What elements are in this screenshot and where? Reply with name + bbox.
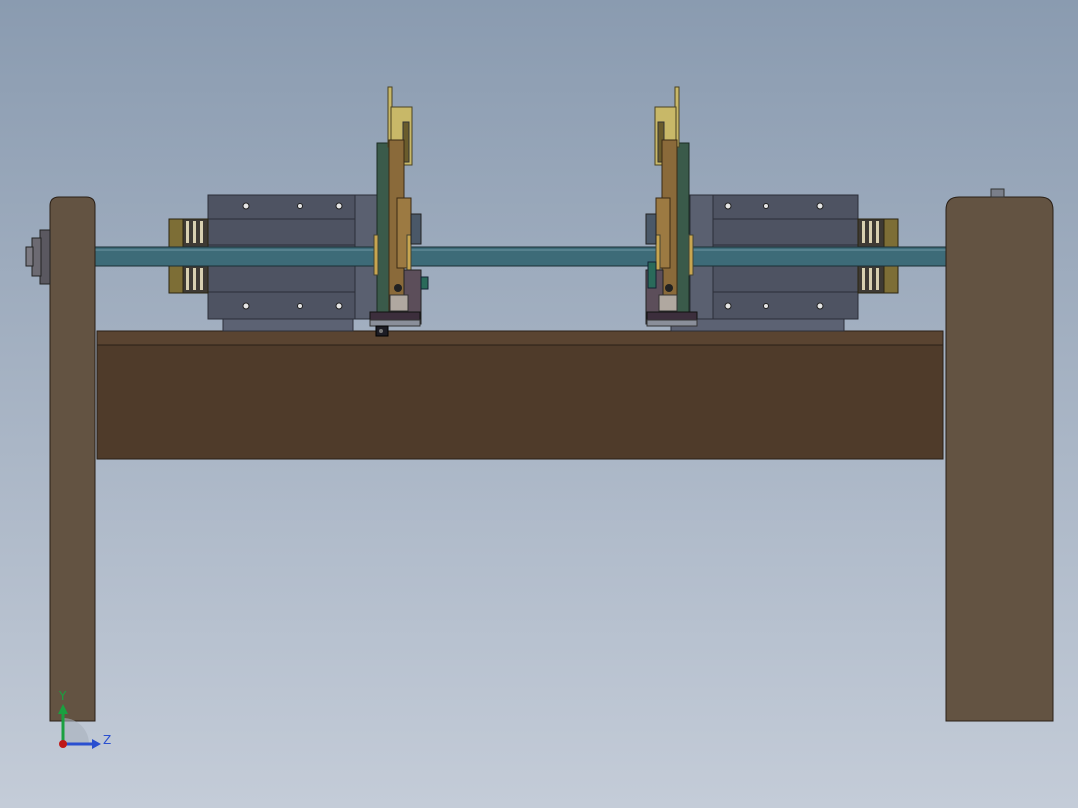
main-shaft[interactable] <box>92 246 947 267</box>
left-frame-post[interactable] <box>49 196 96 722</box>
axis-z-label: Z <box>103 733 111 747</box>
cad-viewport[interactable]: Y Z <box>0 0 1078 808</box>
axis-y-label: Y <box>58 689 67 703</box>
right-frame-post[interactable] <box>945 188 1054 722</box>
support-beam[interactable] <box>96 330 944 460</box>
